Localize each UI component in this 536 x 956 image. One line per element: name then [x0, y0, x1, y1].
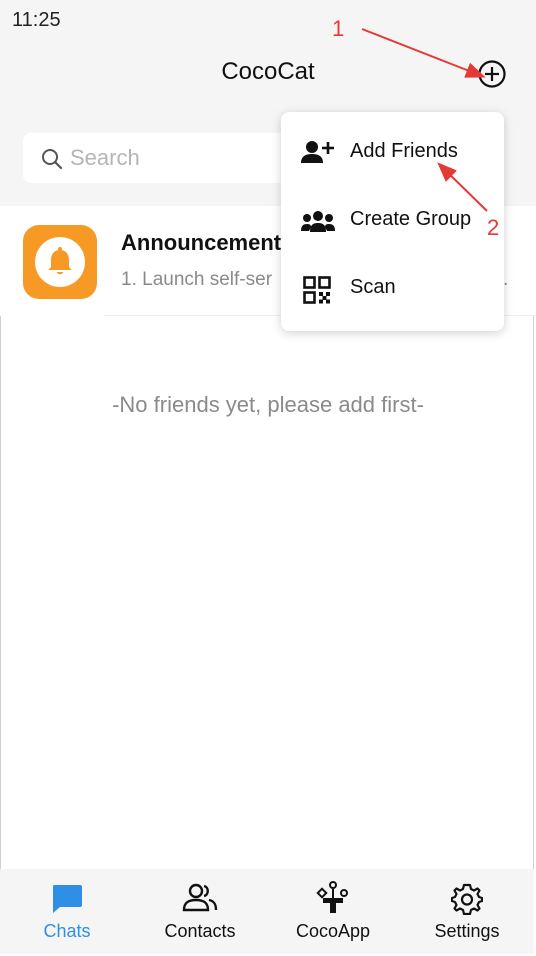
gear-icon — [451, 883, 483, 915]
annotation-arrow-2 — [437, 162, 488, 212]
tab-label-settings: Settings — [434, 921, 500, 941]
annotation-number-2: 2 — [487, 215, 500, 240]
tab-chats[interactable]: Chats — [0, 869, 134, 954]
annotation-number-1: 1 — [332, 16, 345, 41]
apps-icon — [316, 881, 348, 913]
annotation-arrow-1 — [361, 28, 486, 78]
contacts-icon — [182, 883, 218, 912]
bottom-tab-bar: Chats Contacts CocoApp Settings — [0, 869, 534, 954]
tab-label-contacts: Contacts — [164, 921, 236, 941]
tab-label-chats: Chats — [43, 921, 91, 941]
annotation-arrows — [361, 28, 488, 212]
tab-settings[interactable]: Settings — [400, 869, 534, 954]
tab-cocoapp[interactable]: CocoApp — [266, 869, 400, 954]
tab-contacts[interactable]: Contacts — [133, 869, 267, 954]
chat-bubble-icon — [53, 885, 82, 913]
tab-label-cocoapp: CocoApp — [295, 921, 371, 941]
